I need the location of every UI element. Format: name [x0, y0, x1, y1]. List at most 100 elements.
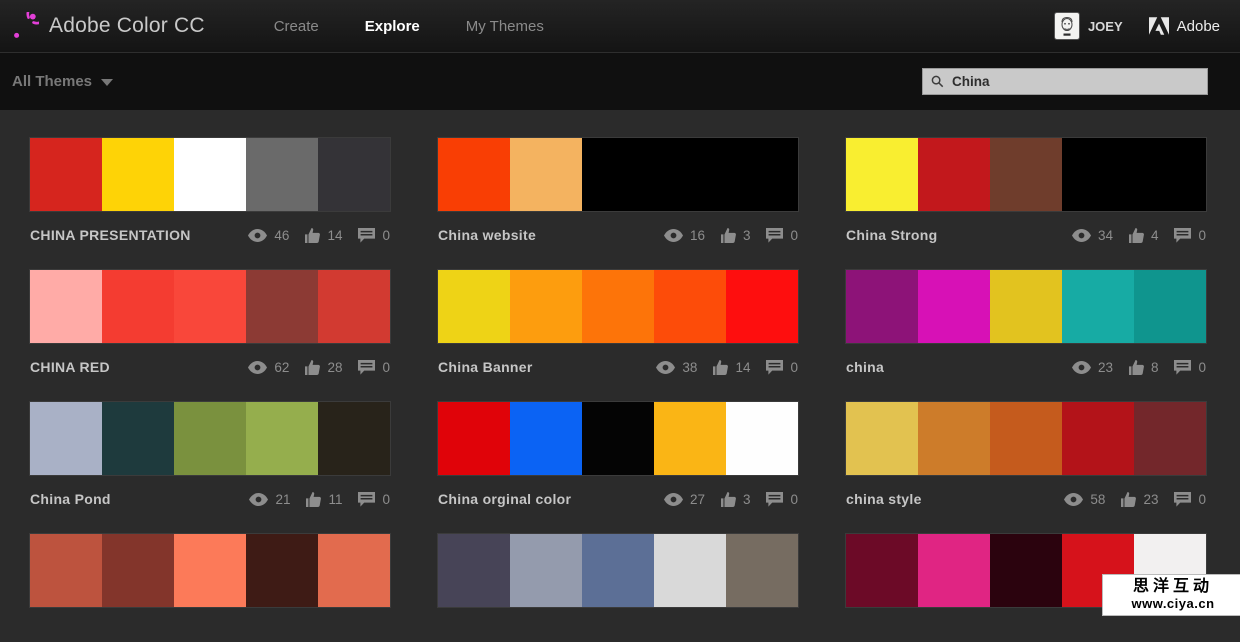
color-swatch[interactable]	[510, 138, 582, 211]
theme-card[interactable]	[438, 534, 798, 642]
color-swatch[interactable]	[726, 138, 798, 211]
theme-card[interactable]: china2380	[846, 270, 1206, 378]
theme-card[interactable]: China Pond21110	[30, 402, 390, 510]
search-box[interactable]	[922, 68, 1208, 95]
color-swatch[interactable]	[990, 270, 1062, 343]
color-swatch[interactable]	[918, 138, 990, 211]
color-swatch[interactable]	[1134, 402, 1206, 475]
user-name[interactable]: JOEY	[1088, 19, 1123, 34]
theme-stats: 38140	[640, 360, 798, 375]
theme-card[interactable]: China website1630	[438, 138, 798, 246]
color-swatch[interactable]	[918, 270, 990, 343]
likes-count: 11	[328, 492, 342, 507]
color-swatch[interactable]	[102, 138, 174, 211]
color-strip[interactable]	[846, 138, 1206, 211]
themes-grid: CHINA PRESENTATION46140 China website1630…	[0, 110, 1240, 642]
adobe-link[interactable]: Adobe	[1149, 17, 1220, 35]
all-themes-dropdown[interactable]: All Themes	[12, 73, 113, 90]
color-swatch[interactable]	[1062, 270, 1134, 343]
color-swatch[interactable]	[582, 270, 654, 343]
color-swatch[interactable]	[246, 270, 318, 343]
color-strip[interactable]	[438, 534, 798, 607]
brand[interactable]: Adobe Color CC	[12, 12, 205, 40]
color-swatch[interactable]	[318, 138, 390, 211]
theme-card[interactable]: CHINA RED62280	[30, 270, 390, 378]
color-swatch[interactable]	[582, 138, 654, 211]
color-swatch[interactable]	[990, 534, 1062, 607]
views-count: 27	[690, 492, 705, 507]
color-swatch[interactable]	[918, 402, 990, 475]
color-swatch[interactable]	[726, 534, 798, 607]
color-swatch[interactable]	[654, 402, 726, 475]
color-swatch[interactable]	[102, 534, 174, 607]
color-swatch[interactable]	[102, 402, 174, 475]
color-strip[interactable]	[846, 270, 1206, 343]
nav-item-my-themes[interactable]: My Themes	[466, 18, 544, 35]
color-swatch[interactable]	[654, 138, 726, 211]
color-swatch[interactable]	[726, 402, 798, 475]
theme-card[interactable]: China Banner38140	[438, 270, 798, 378]
search-input[interactable]	[950, 73, 1199, 90]
color-strip[interactable]	[438, 402, 798, 475]
color-swatch[interactable]	[846, 138, 918, 211]
likes-thumb-icon	[721, 228, 736, 243]
color-swatch[interactable]	[582, 402, 654, 475]
color-swatch[interactable]	[318, 534, 390, 607]
color-swatch[interactable]	[990, 402, 1062, 475]
color-swatch[interactable]	[438, 138, 510, 211]
theme-card[interactable]: China Strong3440	[846, 138, 1206, 246]
color-swatch[interactable]	[246, 402, 318, 475]
color-swatch[interactable]	[510, 270, 582, 343]
color-swatch[interactable]	[438, 402, 510, 475]
color-swatch[interactable]	[1062, 402, 1134, 475]
nav-item-explore[interactable]: Explore	[365, 18, 420, 35]
views-eye-icon	[248, 361, 267, 374]
color-swatch[interactable]	[846, 402, 918, 475]
color-swatch[interactable]	[1134, 270, 1206, 343]
color-swatch[interactable]	[582, 534, 654, 607]
theme-card[interactable]	[30, 534, 390, 642]
color-swatch[interactable]	[174, 402, 246, 475]
color-swatch[interactable]	[654, 534, 726, 607]
watermark: 思洋互动 www.ciya.cn	[1102, 574, 1240, 616]
color-strip[interactable]	[30, 138, 390, 211]
color-swatch[interactable]	[1062, 138, 1134, 211]
color-strip[interactable]	[30, 402, 390, 475]
color-swatch[interactable]	[30, 534, 102, 607]
theme-card[interactable]: China orginal color2730	[438, 402, 798, 510]
color-swatch[interactable]	[654, 270, 726, 343]
color-swatch[interactable]	[726, 270, 798, 343]
theme-title: china	[846, 359, 884, 375]
color-swatch[interactable]	[30, 402, 102, 475]
color-swatch[interactable]	[918, 534, 990, 607]
color-swatch[interactable]	[246, 138, 318, 211]
color-strip[interactable]	[438, 270, 798, 343]
color-strip[interactable]	[846, 402, 1206, 475]
color-swatch[interactable]	[510, 534, 582, 607]
color-strip[interactable]	[438, 138, 798, 211]
color-swatch[interactable]	[846, 534, 918, 607]
color-swatch[interactable]	[438, 534, 510, 607]
theme-card[interactable]: CHINA PRESENTATION46140	[30, 138, 390, 246]
color-swatch[interactable]	[174, 534, 246, 607]
color-swatch[interactable]	[1134, 138, 1206, 211]
views-stat: 58	[1064, 492, 1105, 507]
likes-thumb-icon	[713, 360, 728, 375]
color-swatch[interactable]	[990, 138, 1062, 211]
color-swatch[interactable]	[174, 270, 246, 343]
color-swatch[interactable]	[318, 270, 390, 343]
color-swatch[interactable]	[30, 138, 102, 211]
color-swatch[interactable]	[30, 270, 102, 343]
color-swatch[interactable]	[318, 402, 390, 475]
color-strip[interactable]	[30, 270, 390, 343]
color-swatch[interactable]	[246, 534, 318, 607]
theme-card[interactable]: china style58230	[846, 402, 1206, 510]
color-swatch[interactable]	[102, 270, 174, 343]
color-swatch[interactable]	[510, 402, 582, 475]
color-swatch[interactable]	[846, 270, 918, 343]
color-swatch[interactable]	[174, 138, 246, 211]
color-strip[interactable]	[30, 534, 390, 607]
color-swatch[interactable]	[438, 270, 510, 343]
user-avatar[interactable]	[1055, 13, 1079, 39]
nav-item-create[interactable]: Create	[274, 18, 319, 35]
